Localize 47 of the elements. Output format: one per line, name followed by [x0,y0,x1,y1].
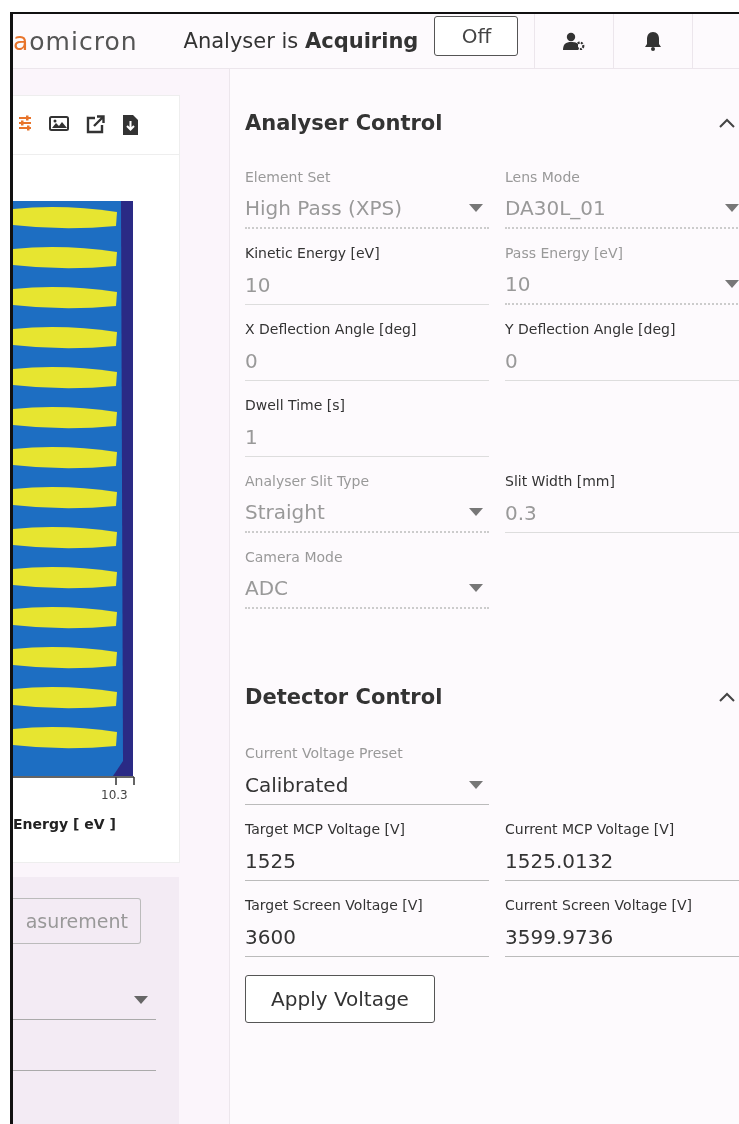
caret-icon [469,780,483,789]
tick-label: 10.3 [101,788,129,802]
axis-label: Energy [ eV ] [13,816,117,832]
field-label: Target MCP Voltage [V] [245,821,406,839]
user-settings-icon[interactable] [563,32,586,50]
field-label: X Deflection Angle [deg] [245,321,418,339]
field-label: Y Deflection Angle [deg] [505,321,677,339]
field-label: Element Set [245,169,332,187]
field-label: Dwell Time [s] [245,397,346,415]
input-field[interactable]: 3599.9736 [505,917,739,957]
field-label: Pass Energy [eV] [505,245,624,263]
input-field[interactable]: 10 [245,265,489,305]
caret-icon [134,995,148,1004]
off-button[interactable]: Off [434,16,519,56]
field-label: Analyser Slit Type [245,473,371,491]
external-link-icon[interactable] [86,115,105,135]
section-title: Analyser Control [245,111,443,135]
logo: aomicron [13,26,138,56]
field-label: Current Voltage Preset [245,745,404,763]
analyser-status: Analyser is Acquiring [183,29,419,53]
caret-icon [725,280,739,288]
input-field[interactable]: 1 [245,417,489,457]
field-label: Target Screen Voltage [V] [245,897,424,915]
input-field[interactable]: 0 [505,341,739,381]
input-field[interactable]: 1525.0132 [505,841,739,881]
input-field[interactable]: 0 [245,341,489,381]
input-field[interactable]: 3600 [245,917,489,957]
apply-voltage-button[interactable]: Apply Voltage [245,975,435,1023]
field-label: Slit Width [mm] [505,473,616,491]
caret-icon [725,204,739,212]
dropdown-field[interactable]: Calibrated [245,765,489,805]
caret-icon [469,508,483,516]
file-download-icon[interactable] [122,115,139,135]
field-label: Current Screen Voltage [V] [505,897,694,915]
field-label: Current MCP Voltage [V] [505,821,676,839]
field-label: Kinetic Energy [eV] [245,245,381,263]
chevron-up-icon[interactable] [719,692,735,702]
input-field[interactable]: 0.3 [505,493,739,533]
caret-icon [469,584,483,592]
field-label: Camera Mode [245,549,344,567]
bell-icon[interactable] [644,31,663,51]
input-field[interactable]: 1525 [245,841,489,881]
chevron-up-icon[interactable] [719,118,735,128]
section-title: Detector Control [245,685,443,709]
field-label: Lens Mode [505,169,581,187]
measurement-button[interactable]: asurement [13,898,141,944]
caret-icon [469,204,483,212]
